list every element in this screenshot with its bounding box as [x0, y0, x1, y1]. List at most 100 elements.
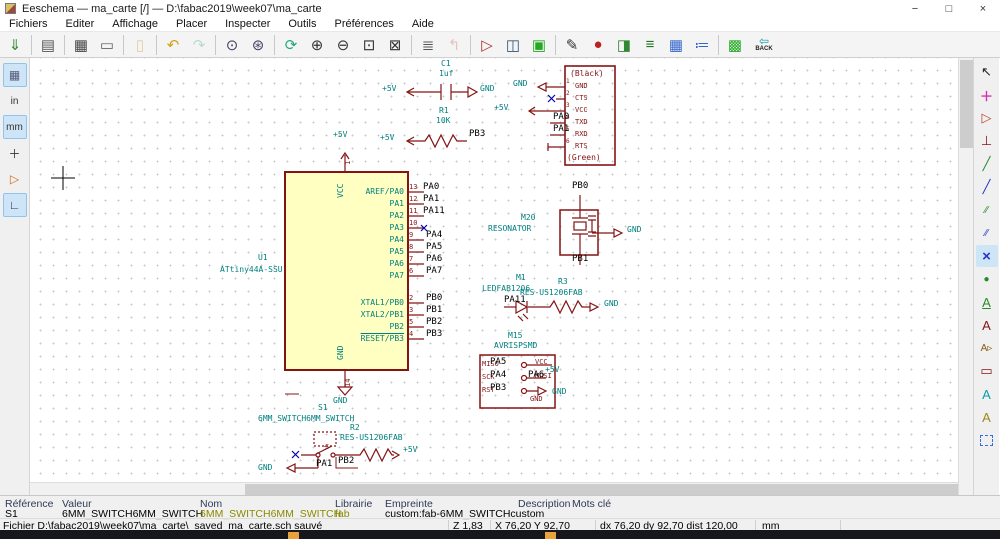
power-label[interactable]: GND [333, 397, 347, 405]
component-value[interactable]: 1uf [439, 70, 453, 78]
cursor-shape-icon[interactable]: ＋ [3, 141, 27, 165]
net-label[interactable]: PB3 [490, 384, 506, 393]
net-label[interactable]: PB0 [572, 182, 588, 191]
net-label[interactable]: PB3 [426, 330, 442, 339]
component-ref[interactable]: R3 [558, 278, 568, 286]
paste-icon[interactable]: ▯ [128, 34, 152, 56]
orthogonal-wires-icon[interactable]: ∟ [2, 193, 27, 217]
menu-aide[interactable]: Aide [403, 18, 443, 30]
zoom-selection-icon[interactable]: ⊠ [383, 34, 407, 56]
highlight-net-icon[interactable]: ＋ [976, 84, 998, 106]
net-label[interactable]: PA11 [423, 207, 445, 216]
vertical-scrollbar[interactable] [958, 58, 973, 495]
power-label[interactable]: +5V [494, 104, 508, 112]
net-label[interactable]: PA1 [553, 125, 569, 134]
menu-editer[interactable]: Editer [57, 18, 104, 30]
connector-top-label[interactable]: (Black) [570, 70, 604, 78]
pcbnew-icon[interactable]: ▩ [723, 34, 747, 56]
import-sheet-pin-icon[interactable]: A [976, 383, 998, 405]
net-label[interactable]: PB1 [426, 306, 442, 315]
component-value[interactable]: RES-US1206FAB [340, 434, 403, 442]
global-label-icon[interactable]: A [976, 314, 998, 336]
menu-affichage[interactable]: Affichage [103, 18, 167, 30]
place-text-icon[interactable]: A [976, 406, 998, 428]
leave-sheet-icon[interactable]: ↰ [442, 34, 466, 56]
connector-bottom-label[interactable]: (Green) [567, 154, 601, 162]
vertical-scrollbar-thumb[interactable] [960, 60, 973, 148]
redraw-view-icon[interactable]: ⟳ [279, 34, 303, 56]
component-ref[interactable]: M1 [516, 274, 526, 282]
net-label[interactable]: PA1 [423, 195, 439, 204]
menu-inspecter[interactable]: Inspecter [216, 18, 279, 30]
hierarchical-label-icon[interactable]: A▹ [976, 337, 998, 359]
ftdi-connector-symbol[interactable] [527, 65, 616, 166]
power-label[interactable]: GND [552, 388, 566, 396]
horizontal-scrollbar[interactable] [30, 482, 958, 495]
symbol-fields-table-icon[interactable]: ▦ [664, 34, 688, 56]
component-ref[interactable]: S1 [318, 404, 328, 412]
save-icon[interactable]: ⇓ [3, 34, 27, 56]
net-label[interactable]: PA4 [490, 371, 506, 380]
grid-toggle-icon[interactable]: ▦ [2, 63, 27, 87]
symbol-browser-icon[interactable]: ◫ [501, 34, 525, 56]
place-junction-icon[interactable]: ● [976, 268, 998, 290]
no-connect-cts[interactable] [547, 94, 556, 103]
component-ref[interactable]: C1 [441, 60, 451, 68]
bus-to-bus-entry-icon[interactable]: ∕∕ [976, 222, 998, 244]
place-bus-icon[interactable]: ╱ [976, 176, 998, 198]
place-symbol-icon[interactable]: ▷ [976, 107, 998, 129]
component-ref[interactable]: U1 [258, 254, 268, 262]
power-label[interactable]: +5V [382, 85, 396, 93]
component-value[interactable]: RESONATOR [488, 225, 531, 233]
component-ref[interactable]: M15 [508, 332, 522, 340]
redo-icon[interactable]: ↷ [187, 34, 211, 56]
plot-icon[interactable]: ▭ [95, 34, 119, 56]
net-label[interactable]: PA0 [423, 183, 439, 192]
footprint-editor-icon[interactable]: ▣ [527, 34, 551, 56]
restore-button[interactable]: □ [932, 0, 966, 17]
component-value[interactable]: RES-US1206FAB [520, 289, 583, 297]
net-label[interactable]: PB2 [338, 457, 354, 466]
menu-placer[interactable]: Placer [167, 18, 216, 30]
units-mm-icon[interactable]: mm [2, 115, 27, 139]
resonator-symbol[interactable] [559, 195, 624, 265]
zoom-out-icon[interactable]: ⊖ [331, 34, 355, 56]
net-label[interactable]: PB1 [572, 255, 588, 264]
annotate-icon[interactable]: ✎ [560, 34, 584, 56]
back-icon[interactable]: ⇦ BACK [748, 33, 780, 57]
component-value[interactable]: AVRISPSMD [494, 342, 537, 350]
net-label[interactable]: PA1 [316, 460, 332, 469]
place-power-port-icon[interactable]: ⊥ [976, 130, 998, 152]
net-label[interactable]: PA4 [426, 231, 442, 240]
undo-icon[interactable]: ↶ [161, 34, 185, 56]
net-label[interactable]: PA7 [426, 267, 442, 276]
minimize-button[interactable]: − [898, 0, 932, 17]
no-connect-s1[interactable] [291, 450, 300, 459]
print-icon[interactable]: ▦ [69, 34, 93, 56]
power-label[interactable]: +5V [403, 446, 417, 454]
net-label-icon[interactable]: A [976, 291, 998, 313]
power-label[interactable]: +5V [380, 134, 394, 142]
place-wire-icon[interactable]: ╱ [976, 153, 998, 175]
menu-fichiers[interactable]: Fichiers [0, 18, 57, 30]
net-label[interactable]: PB0 [426, 294, 442, 303]
assign-footprints-icon[interactable]: ◨ [612, 34, 636, 56]
r1-symbol[interactable] [405, 133, 467, 149]
power-label[interactable]: GND [480, 85, 494, 93]
power-label[interactable]: GND [258, 464, 272, 472]
schematic-canvas[interactable]: +5V U1 ATtiny44A-SSU VCC GND 1 14 GND AR… [30, 58, 958, 495]
no-connect-flag-icon[interactable]: × [975, 245, 998, 267]
component-value[interactable]: ATtiny44A-SSU [220, 266, 283, 274]
net-label[interactable]: PB3 [469, 130, 485, 139]
net-label[interactable]: PA5 [426, 243, 442, 252]
hierarchical-sheet-icon[interactable]: ▭ [976, 360, 998, 382]
hierarchy-navigator-icon[interactable]: ≣ [416, 34, 440, 56]
net-label[interactable]: PA6 [528, 371, 544, 380]
c1-symbol[interactable] [405, 84, 479, 100]
selection-rect-icon[interactable] [976, 429, 998, 451]
net-label[interactable]: PA6 [426, 255, 442, 264]
find-icon[interactable]: ⊙ [220, 34, 244, 56]
power-label[interactable]: GND [513, 80, 527, 88]
net-label[interactable]: PB2 [426, 318, 442, 327]
wire-to-bus-entry-icon[interactable]: ∕∕ [976, 199, 998, 221]
